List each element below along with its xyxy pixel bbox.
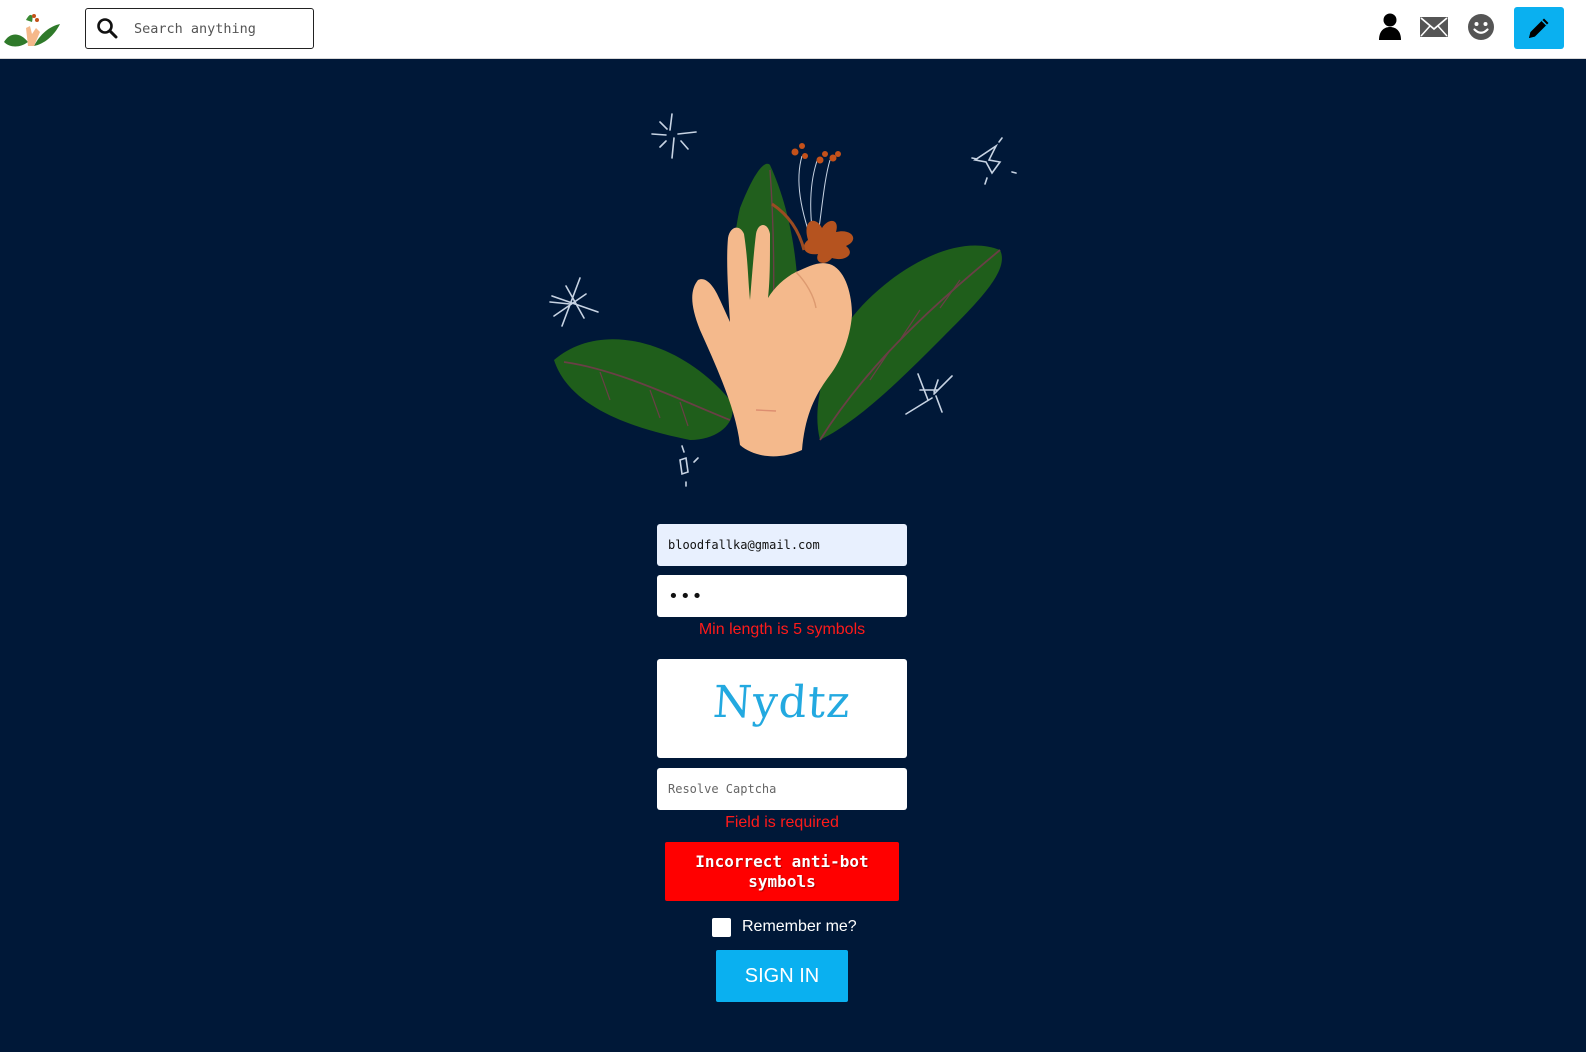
sparkle-icon [549,277,599,327]
error-alert: Incorrect anti-bot symbols [665,842,899,901]
captcha-text: Nydtz [711,677,853,728]
remember-me[interactable]: Remember me? [712,916,857,938]
sparkle-icon [971,137,1017,185]
search-box[interactable] [85,8,314,49]
captcha-image: Nydtz [657,659,907,758]
captcha-error: Field is required [725,814,839,831]
mail-icon[interactable] [1418,11,1450,43]
search-input[interactable] [134,18,304,40]
remember-me-checkbox[interactable] [712,917,731,937]
smiley-icon[interactable] [1465,11,1497,43]
remember-me-label: Remember me? [742,918,857,935]
user-icon[interactable] [1374,11,1406,43]
captcha-input[interactable] [657,768,907,810]
search-icon [97,18,118,39]
sign-in-button[interactable]: SIGN IN [716,950,848,1002]
password-error: Min length is 5 symbols [698,621,866,638]
sparkle-icon [651,113,697,159]
password-field[interactable] [657,575,907,617]
pencil-icon [1529,18,1549,38]
top-bar [0,0,1586,59]
hand-with-leaves-illustration [549,113,1017,487]
email-field[interactable] [657,524,907,566]
sparkle-icon [679,445,699,487]
new-post-button[interactable] [1514,7,1564,49]
sparkle-icon [905,373,953,415]
logo-icon[interactable] [2,6,62,50]
